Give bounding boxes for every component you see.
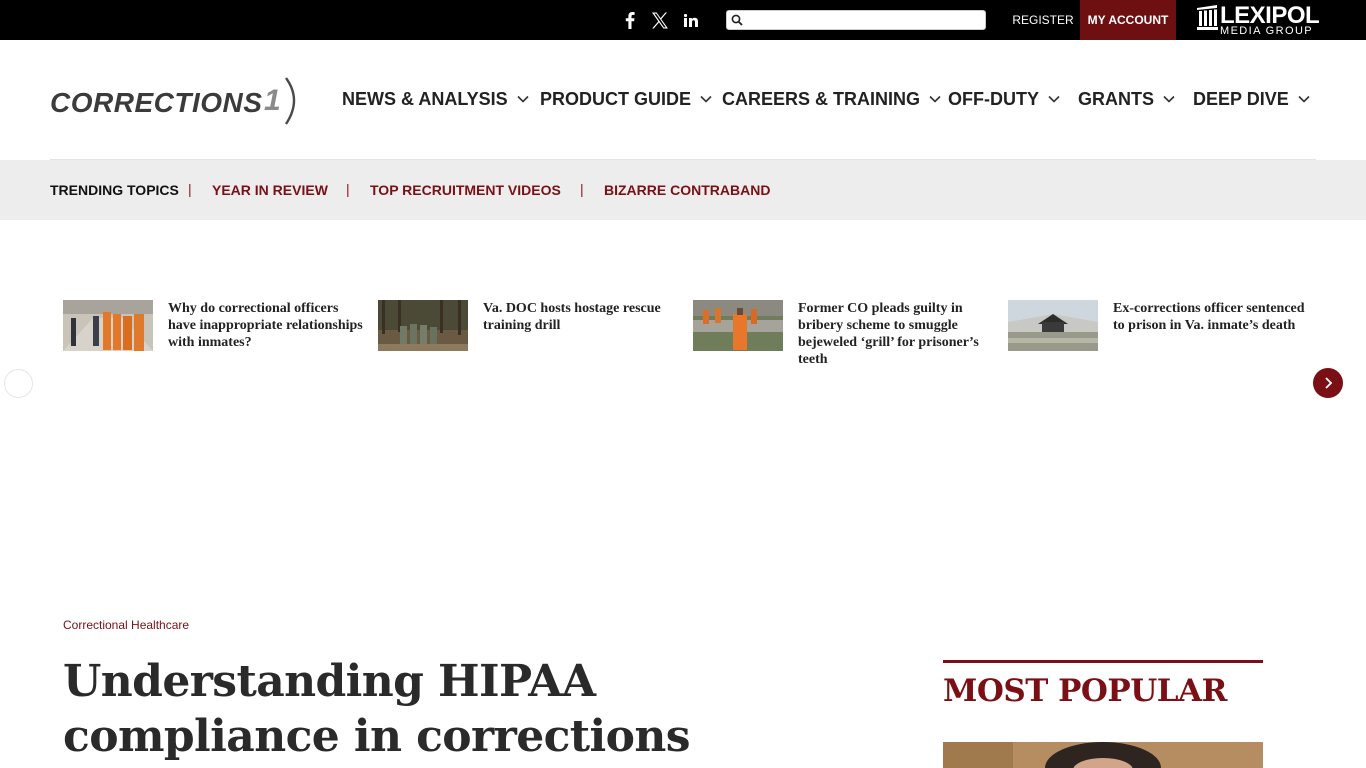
nav-news-analysis[interactable]: NEWS & ANALYSIS: [342, 88, 529, 110]
article-thumbnail: [693, 300, 783, 351]
register-link[interactable]: REGISTER: [1010, 0, 1076, 40]
linkedin-icon[interactable]: [680, 10, 702, 30]
carousel-card[interactable]: Ex-corrections officer sentenced to pris…: [1008, 300, 1308, 370]
nav-label: OFF-DUTY: [948, 88, 1039, 109]
nav-grants[interactable]: GRANTS: [1078, 88, 1175, 110]
nav-deep-dive[interactable]: DEEP DIVE: [1193, 88, 1310, 110]
nav-off-duty[interactable]: OFF-DUTY: [948, 88, 1060, 110]
lexipol-media-group-logo[interactable]: LEXIPOL MEDIA GROUP: [1194, 2, 1320, 37]
article-headline: Understanding HIPAA compliance in correc…: [63, 656, 691, 762]
nav-label: DEEP DIVE: [1193, 88, 1289, 109]
search-input[interactable]: [747, 12, 981, 28]
carousel-card-title: Why do correctional officers have inappr…: [168, 301, 363, 350]
carousel-card-title: Va. DOC hosts hostage rescue training dr…: [483, 301, 661, 333]
nav-label: CAREERS & TRAINING: [722, 88, 921, 109]
most-popular-image[interactable]: [943, 742, 1263, 768]
most-popular-heading: MOST POPULAR: [943, 673, 1227, 709]
trending-link-year-in-review[interactable]: YEAR IN REVIEW: [212, 182, 328, 198]
search-box[interactable]: [726, 10, 986, 30]
article-thumbnail: [1008, 300, 1098, 351]
lexipol-brand-subtitle: MEDIA GROUP: [1220, 25, 1314, 37]
corrections1-logo[interactable]: CORRECTIONS 1: [50, 76, 302, 126]
article-thumbnail: [63, 300, 153, 351]
carousel-prev-button[interactable]: [4, 369, 33, 398]
chevron-right-icon: [1325, 377, 1333, 389]
article-category-link[interactable]: Correctional Healthcare: [63, 618, 189, 632]
trending-separator: |: [580, 181, 584, 197]
nav-product-guide[interactable]: PRODUCT GUIDE: [540, 88, 712, 110]
trending-separator: |: [346, 181, 350, 197]
chevron-down-icon: [1163, 95, 1175, 103]
facebook-icon[interactable]: [619, 10, 641, 30]
my-account-button[interactable]: MY ACCOUNT: [1080, 0, 1176, 40]
carousel-card[interactable]: Va. DOC hosts hostage rescue training dr…: [378, 300, 678, 370]
nav-label: NEWS & ANALYSIS: [342, 88, 508, 109]
logo-arc-icon: [284, 77, 296, 125]
logo-wordmark: CORRECTIONS: [50, 87, 263, 118]
article-thumbnail: [378, 300, 468, 351]
trending-topics-label: TRENDING TOPICS: [50, 182, 179, 198]
trending-link-bizarre-contraband[interactable]: BIZARRE CONTRABAND: [604, 182, 770, 198]
carousel-next-button[interactable]: [1313, 368, 1343, 398]
chevron-down-icon: [700, 95, 712, 103]
carousel-card[interactable]: Why do correctional officers have inappr…: [63, 300, 363, 370]
carousel-card-title: Ex-corrections officer sentenced to pris…: [1113, 301, 1305, 333]
lexipol-pillar-icon: [1197, 5, 1218, 30]
nav-label: GRANTS: [1078, 88, 1154, 109]
main-header: CORRECTIONS 1 NEWS & ANALYSIS PRODUCT GU…: [0, 40, 1366, 160]
carousel-card-title: Former CO pleads guilty in bribery schem…: [798, 301, 979, 367]
chevron-down-icon: [1298, 95, 1310, 103]
trending-separator: |: [188, 181, 192, 197]
chevron-down-icon: [517, 95, 529, 103]
carousel-card[interactable]: Former CO pleads guilty in bribery schem…: [693, 300, 993, 370]
x-icon[interactable]: [649, 10, 671, 30]
nav-label: PRODUCT GUIDE: [540, 88, 692, 109]
top-bar: REGISTER MY ACCOUNT LEXIPOL MEDIA GROUP: [0, 0, 1366, 40]
trending-topics-bar: TRENDING TOPICS | YEAR IN REVIEW | TOP R…: [0, 160, 1366, 220]
nav-careers-training[interactable]: CAREERS & TRAINING: [722, 88, 941, 110]
most-popular-divider: [943, 660, 1263, 663]
chevron-down-icon: [1048, 95, 1060, 103]
chevron-down-icon: [929, 95, 941, 103]
trending-link-top-recruitment-videos[interactable]: TOP RECRUITMENT VIDEOS: [370, 182, 561, 198]
search-icon: [731, 14, 743, 26]
